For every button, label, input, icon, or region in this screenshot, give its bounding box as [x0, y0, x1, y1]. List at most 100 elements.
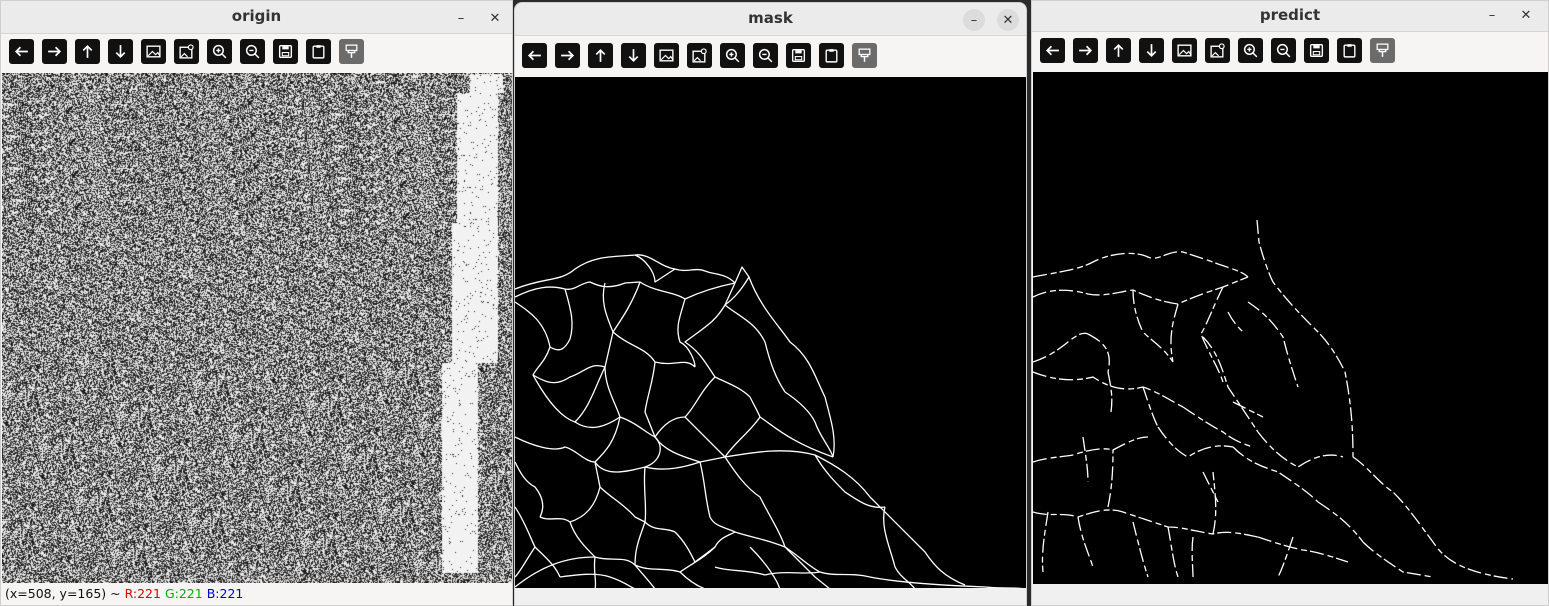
mask-titlebar[interactable]: mask – ✕	[515, 3, 1026, 36]
arrow-down-button[interactable]	[1139, 38, 1164, 63]
clipboard-icon	[1343, 44, 1356, 58]
clipboard-button[interactable]	[819, 43, 844, 68]
brush-icon	[858, 48, 871, 62]
predict-close-button[interactable]: ✕	[1515, 4, 1537, 26]
origin-noise-canvas	[2, 73, 512, 583]
zoom-out-icon	[758, 48, 773, 63]
minimize-icon: –	[1488, 7, 1496, 23]
brush-button[interactable]	[852, 43, 877, 68]
arrow-up-icon	[595, 48, 606, 62]
mask-cracks	[515, 254, 1026, 589]
predict-titlebar[interactable]: predict – ✕	[1032, 1, 1548, 32]
status-b: B:221	[206, 586, 244, 601]
image-button[interactable]	[654, 43, 679, 68]
predict-window: predict – ✕	[1031, 0, 1549, 606]
zoom-in-button[interactable]	[720, 43, 745, 68]
mask-close-button[interactable]: ✕	[997, 9, 1019, 31]
arrow-up-button[interactable]	[75, 39, 100, 64]
close-icon: ✕	[1520, 7, 1532, 23]
image-icon	[146, 45, 161, 58]
origin-status-bar: (x=508, y=165) ~ R:221 G:221 B:221	[1, 583, 512, 605]
save-icon	[791, 48, 806, 63]
brush-icon	[1376, 43, 1389, 57]
brush-button[interactable]	[1370, 38, 1395, 63]
arrow-up-icon	[1113, 43, 1124, 57]
zoom-in-button[interactable]	[207, 39, 232, 64]
save-icon	[1309, 43, 1324, 58]
origin-toolbar	[1, 35, 512, 71]
image-button[interactable]	[141, 39, 166, 64]
arrow-up-icon	[82, 44, 93, 58]
arrow-down-icon	[115, 45, 126, 59]
save-button[interactable]	[273, 39, 298, 64]
image-button[interactable]	[1172, 38, 1197, 63]
origin-title: origin	[231, 7, 282, 25]
brush-button[interactable]	[339, 39, 364, 64]
mask-title: mask	[748, 9, 793, 27]
arrow-left-icon	[527, 50, 541, 61]
arrow-right-button[interactable]	[1073, 38, 1098, 63]
mask-minimize-button[interactable]: –	[963, 9, 985, 31]
arrow-down-icon	[1146, 44, 1157, 58]
arrow-right-button[interactable]	[555, 43, 580, 68]
minimize-icon: –	[970, 12, 978, 28]
clipboard-icon	[825, 49, 838, 63]
image-edit-icon	[179, 44, 194, 59]
mask-bottom-bar	[515, 588, 1026, 605]
zoom-out-button[interactable]	[1271, 38, 1296, 63]
status-coords: (x=508, y=165) ~	[5, 586, 125, 601]
mask-window: mask – ✕	[514, 2, 1027, 606]
image-edit-button[interactable]	[687, 43, 712, 68]
zoom-out-button[interactable]	[240, 39, 265, 64]
image-edit-button[interactable]	[174, 39, 199, 64]
clipboard-button[interactable]	[1337, 38, 1362, 63]
predict-toolbar	[1032, 34, 1548, 70]
mask-toolbar	[515, 39, 1026, 75]
origin-titlebar[interactable]: origin – ✕	[1, 1, 512, 34]
arrow-right-icon	[1079, 45, 1093, 56]
predict-minimize-button[interactable]: –	[1481, 4, 1503, 26]
predict-bottom-bar	[1032, 584, 1548, 605]
minimize-icon: –	[457, 10, 465, 26]
arrow-up-button[interactable]	[1106, 38, 1131, 63]
zoom-in-icon	[212, 44, 227, 59]
arrow-left-icon	[1045, 45, 1059, 56]
origin-minimize-button[interactable]: –	[450, 7, 472, 29]
zoom-out-button[interactable]	[753, 43, 778, 68]
arrow-down-icon	[628, 49, 639, 63]
mask-image[interactable]	[515, 77, 1026, 589]
status-r: R:221	[124, 586, 161, 601]
origin-close-button[interactable]: ✕	[484, 7, 506, 29]
arrow-down-button[interactable]	[108, 39, 133, 64]
arrow-up-button[interactable]	[588, 43, 613, 68]
arrow-left-button[interactable]	[1040, 38, 1065, 63]
image-edit-icon	[1210, 43, 1225, 58]
clipboard-icon	[312, 45, 325, 59]
arrow-right-button[interactable]	[42, 39, 67, 64]
brush-icon	[345, 44, 358, 58]
arrow-left-button[interactable]	[9, 39, 34, 64]
arrow-left-icon	[14, 46, 28, 57]
close-icon: ✕	[489, 10, 501, 26]
zoom-in-button[interactable]	[1238, 38, 1263, 63]
arrow-right-icon	[48, 46, 62, 57]
image-icon	[1177, 44, 1192, 57]
save-icon	[278, 44, 293, 59]
image-edit-icon	[692, 48, 707, 63]
image-edit-button[interactable]	[1205, 38, 1230, 63]
arrow-left-button[interactable]	[522, 43, 547, 68]
clipboard-button[interactable]	[306, 39, 331, 64]
predict-cracks	[1033, 219, 1514, 580]
image-icon	[659, 49, 674, 62]
zoom-out-icon	[1276, 43, 1291, 58]
zoom-in-icon	[1243, 43, 1258, 58]
status-g: G:221	[164, 586, 203, 601]
save-button[interactable]	[786, 43, 811, 68]
predict-image[interactable]	[1033, 72, 1548, 584]
zoom-out-icon	[245, 44, 260, 59]
arrow-down-button[interactable]	[621, 43, 646, 68]
predict-title: predict	[1259, 6, 1321, 24]
origin-image[interactable]	[2, 73, 512, 583]
save-button[interactable]	[1304, 38, 1329, 63]
arrow-right-icon	[561, 50, 575, 61]
